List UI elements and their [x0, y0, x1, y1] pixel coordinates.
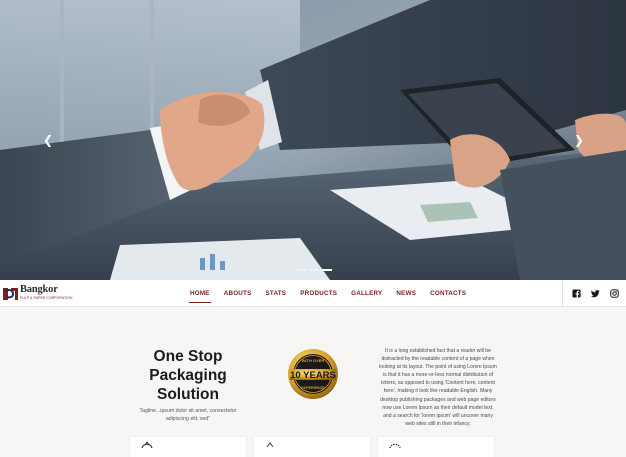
- nav-item-stats[interactable]: STATS: [260, 280, 293, 307]
- brand-subtitle: PULP & PAPER CORPORATION: [20, 296, 73, 300]
- brand-logo-mark-icon: [2, 287, 19, 301]
- facebook-icon[interactable]: [572, 289, 581, 298]
- feature-card[interactable]: [130, 437, 246, 457]
- headline-line: Solution: [157, 386, 219, 403]
- intro-headline: One Stop Packaging Solution: [130, 347, 246, 404]
- social-divider: [562, 280, 563, 307]
- carousel-indicator[interactable]: [296, 269, 306, 271]
- nav-item-news[interactable]: NEWS: [390, 280, 422, 307]
- hero-carousel: ❮ ❯: [0, 0, 626, 280]
- carousel-next-button[interactable]: ❯: [572, 132, 586, 148]
- brand-name: Bangkor: [20, 284, 58, 295]
- feature-card[interactable]: [378, 437, 494, 457]
- experience-badge-icon: WITH OVER 10 YEARS EXPERIENCE: [288, 349, 338, 399]
- badge-top-text: WITH OVER: [302, 358, 325, 363]
- badge-main-text: 10 YEARS: [290, 370, 336, 381]
- nav-item-products[interactable]: PRODUCTS: [294, 280, 343, 307]
- intro-paragraph: It is a long established fact that a rea…: [379, 348, 497, 427]
- headline-line: Packaging: [149, 367, 227, 384]
- hero-photo-handshake: [0, 0, 626, 280]
- nav-item-gallery[interactable]: GALLERY: [345, 280, 388, 307]
- nav-menu: HOME ABOUTS STATS PRODUCTS GALLERY NEWS …: [184, 280, 474, 307]
- brand-logo[interactable]: Bangkor PULP & PAPER CORPORATION: [2, 284, 72, 304]
- instagram-icon[interactable]: [610, 289, 619, 298]
- nav-item-contacts[interactable]: CONTACTS: [424, 280, 472, 307]
- carousel-prev-button[interactable]: ❮: [41, 132, 55, 148]
- feature-card[interactable]: [254, 437, 370, 457]
- carousel-indicator-active[interactable]: [322, 269, 332, 271]
- carousel-indicators: [296, 269, 332, 271]
- intro-section: One Stop Packaging Solution Tagline...ip…: [0, 307, 626, 457]
- twitter-icon[interactable]: [591, 289, 600, 298]
- main-navbar: Bangkor PULP & PAPER CORPORATION HOME AB…: [0, 280, 626, 307]
- nav-item-home[interactable]: HOME: [184, 280, 216, 307]
- badge-bottom-text: EXPERIENCE: [301, 386, 325, 390]
- carousel-indicator[interactable]: [309, 269, 319, 271]
- intro-tagline: Tagline...ipsum dolor sit amet, consecte…: [139, 408, 237, 422]
- nav-item-abouts[interactable]: ABOUTS: [218, 280, 258, 307]
- headline-line: One Stop: [153, 348, 223, 365]
